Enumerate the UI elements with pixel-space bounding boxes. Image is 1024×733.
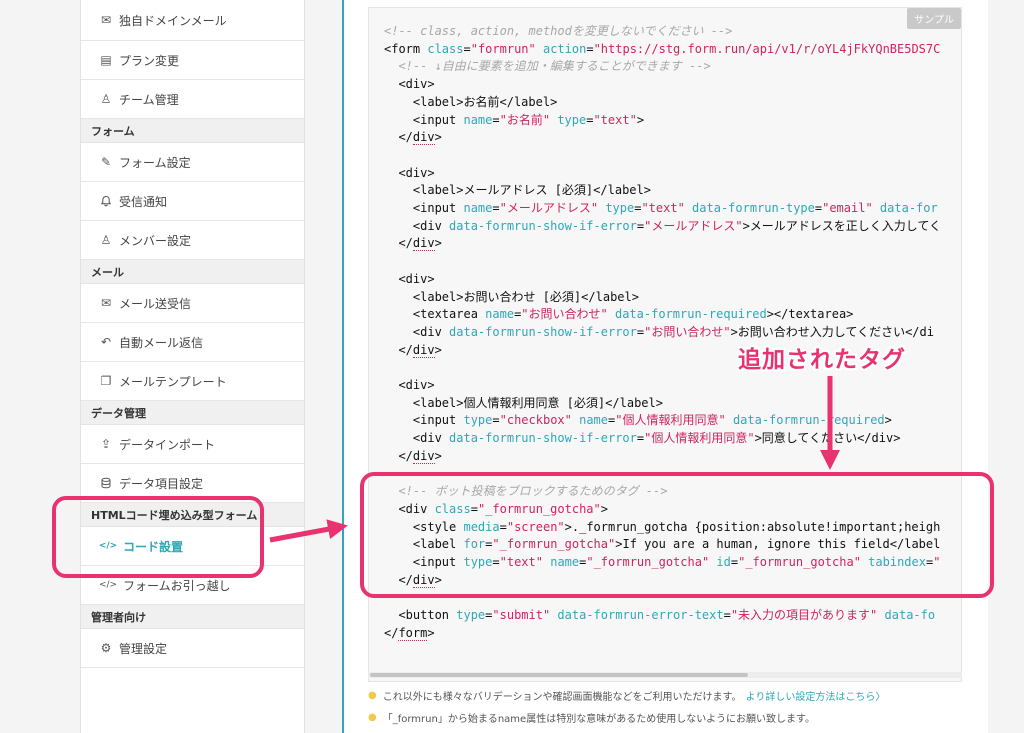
sidebar-item-label: 独自ドメインメール [119, 13, 227, 28]
sidebar-item-label: 受信通知 [119, 194, 168, 209]
sidebar-item-members[interactable]: ♙ メンバー設定 [81, 221, 304, 260]
bell-icon [99, 194, 113, 208]
sidebar-item-plan-change[interactable]: ▤ プラン変更 [81, 41, 304, 80]
section-header-mail: メール [81, 260, 304, 284]
lightbulb-icon: ● [368, 690, 377, 701]
highlight-added-tags [360, 472, 994, 598]
right-gutter [988, 0, 1024, 733]
sidebar-item-auto-reply[interactable]: ↶ 自動メール返信 [81, 323, 304, 362]
scrollbar-thumb[interactable] [370, 673, 748, 677]
sidebar-item-label: データ項目設定 [119, 476, 204, 491]
sidebar: ✉ 独自ドメインメール ▤ プラン変更 ♙ チーム管理 フォーム ✎ フォーム設… [80, 0, 305, 733]
section-header-admin: 管理者向け [81, 605, 304, 629]
sidebar-item-data-import[interactable]: ⇪ データインポート [81, 425, 304, 464]
gear-icon: ⚙ [100, 641, 112, 655]
highlight-sidebar-code-setup [52, 496, 264, 578]
sidebar-item-label: メールテンプレート [119, 374, 227, 389]
sidebar-item-label: フォーム設定 [119, 155, 191, 170]
settings-help-link[interactable]: より詳しい設定方法はこちら〉 [746, 688, 886, 703]
section-header-form: フォーム [81, 119, 304, 143]
sidebar-item-mail-send-receive[interactable]: ✉ メール送受信 [81, 284, 304, 323]
sidebar-item-label: データインポート [119, 437, 216, 452]
sidebar-item-form-settings[interactable]: ✎ フォーム設定 [81, 143, 304, 182]
sidebar-item-admin-settings[interactable]: ⚙ 管理設定 [81, 629, 304, 668]
sidebar-item-label: 管理設定 [119, 641, 168, 656]
sidebar-item-notification[interactable]: 受信通知 [81, 182, 304, 221]
pencil-icon: ✎ [100, 155, 112, 169]
code-icon: </> [98, 580, 118, 590]
lightbulb-icon: ● [368, 712, 377, 723]
database-icon [99, 476, 113, 490]
user-icon: ♙ [100, 92, 112, 106]
sidebar-item-mail-template[interactable]: ❐ メールテンプレート [81, 362, 304, 401]
note-formrun-attr: ● 「_formrun」から始まるname属性は特別な意味があるため使用しないよ… [368, 712, 815, 725]
sidebar-item-label: プラン変更 [119, 53, 180, 68]
mail-icon: ✉ [100, 13, 112, 27]
document-icon: ▤ [100, 53, 112, 67]
mail-icon: ✉ [100, 296, 112, 310]
copy-icon: ❐ [100, 374, 112, 388]
section-header-data: データ管理 [81, 401, 304, 425]
sidebar-item-label: フォームお引っ越し [123, 578, 231, 593]
reply-icon: ↶ [100, 335, 112, 349]
sidebar-item-label: 自動メール返信 [119, 335, 204, 350]
horizontal-scrollbar[interactable] [368, 672, 962, 678]
sidebar-item-custom-domain-mail[interactable]: ✉ 独自ドメインメール [81, 0, 304, 41]
sidebar-item-label: メール送受信 [119, 296, 192, 311]
code-comment: <!-- ↓自由に要素を追加・編集することができます --> [398, 59, 711, 74]
sidebar-item-label: チーム管理 [119, 92, 179, 107]
note-validation: ● これ以外にも様々なバリデーションや確認画面機能などをご利用いただけます。 よ… [368, 688, 886, 703]
upload-icon: ⇪ [100, 437, 112, 451]
annotation-label: 追加されたタグ [738, 347, 906, 373]
user-icon: ♙ [100, 233, 112, 247]
sidebar-item-team[interactable]: ♙ チーム管理 [81, 80, 304, 119]
code-comment: <!-- class, action, methodを変更しないでください --… [384, 24, 733, 38]
sidebar-item-label: メンバー設定 [119, 233, 192, 248]
